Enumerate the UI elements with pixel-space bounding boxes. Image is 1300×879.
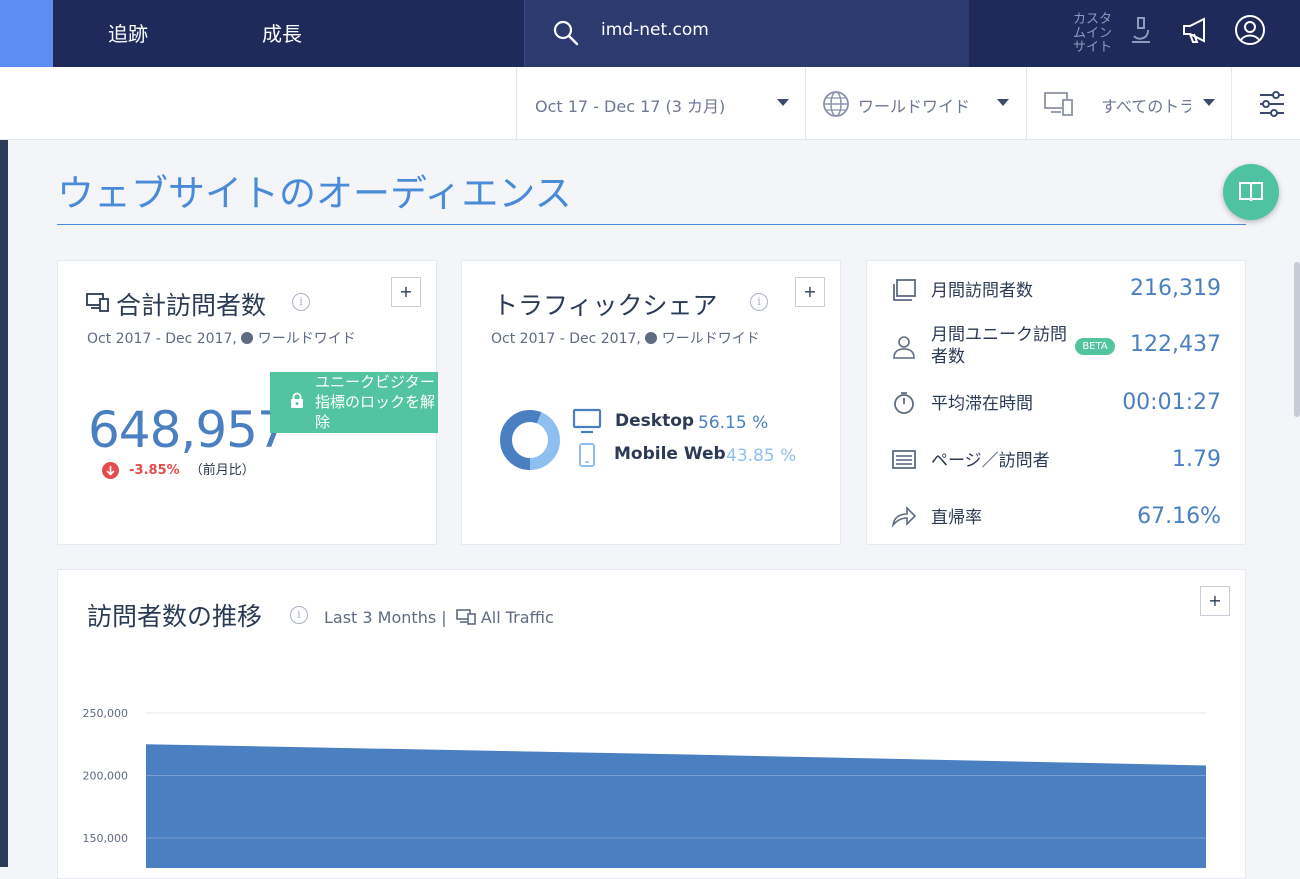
pages-icon	[893, 279, 916, 301]
metric-monthly-visits: 月間訪問者数 216,319	[891, 270, 1221, 310]
book-icon	[1239, 182, 1263, 202]
unlock-unique-visitors-banner[interactable]: ユニークビジター指標のロックを解除	[270, 372, 438, 433]
change-note: （前月比）	[189, 463, 255, 478]
date-subline: Oct 2017 - Dec 2017, ワールドワイド	[491, 328, 760, 348]
devices-icon	[455, 609, 476, 625]
desktop-value: 56.15 %	[698, 413, 769, 433]
desktop-icon	[572, 408, 602, 434]
filter-bar: Oct 17 - Dec 17 (3 カ月) ワールドワイド すべてのトラフィッ…	[0, 67, 1300, 140]
visits-trend-chart: 250,000 200,000 150,000	[83, 707, 1206, 868]
total-visits-card: 合計訪問者数 i + Oct 2017 - Dec 2017, ワールドワイド …	[57, 260, 438, 545]
chevron-down-icon	[997, 99, 1009, 106]
top-navbar: 追跡 成長 imd-net.com カスタムインサイト	[0, 0, 1300, 67]
add-to-dashboard-button[interactable]: +	[795, 277, 825, 307]
date-range-dropdown[interactable]: Oct 17 - Dec 17 (3 カ月)	[516, 67, 806, 140]
lock-icon	[291, 392, 303, 408]
beta-badge: BETA	[1075, 338, 1115, 355]
unlock-text: ユニークビジター指標のロックを解除	[315, 373, 436, 431]
devices-icon	[1044, 92, 1073, 116]
change-value: -3.85%	[129, 463, 180, 478]
microscope-icon[interactable]	[1124, 14, 1156, 46]
user-icon	[893, 336, 915, 359]
sidebar-collapsed[interactable]	[0, 140, 8, 867]
desktop-label: Desktop	[615, 411, 695, 431]
title-divider	[57, 224, 1246, 225]
visits-trend-card: 訪問者数の推移 i Last 3 Months | All Traffic + …	[57, 569, 1246, 879]
metric-unique-visitors: 月間ユニーク訪問者数 BETA 122,437	[891, 322, 1221, 372]
change-indicator: -3.85% （前月比）	[102, 459, 255, 479]
stopwatch-icon	[894, 392, 914, 414]
settings-button[interactable]	[1231, 67, 1300, 140]
subline-region: ワールドワイド	[257, 331, 356, 347]
metric-value: 1.79	[1172, 447, 1221, 472]
metric-value: 67.16%	[1137, 504, 1221, 529]
globe-icon	[645, 332, 658, 344]
traffic-share-card: トラフィックシェア i + Oct 2017 - Dec 2017, ワールドワ…	[461, 260, 841, 545]
scrollbar[interactable]	[1294, 262, 1300, 417]
region-value: ワールドワイド	[858, 97, 971, 116]
trend-traffic: All Traffic	[480, 608, 554, 627]
guide-button[interactable]	[1223, 164, 1279, 220]
y-tick-label: 250,000	[83, 707, 129, 720]
traffic-dropdown[interactable]: すべてのトラフィック	[1026, 67, 1232, 140]
trend-period: Last 3 Months |	[324, 608, 447, 627]
y-tick-label: 200,000	[83, 770, 129, 783]
user-account-icon[interactable]	[1234, 14, 1266, 46]
nav-tracking[interactable]: 追跡	[108, 18, 148, 47]
info-icon[interactable]: i	[750, 293, 768, 311]
newspaper-icon	[892, 450, 916, 469]
globe-icon	[241, 332, 254, 344]
subline-region: ワールドワイド	[661, 331, 760, 347]
total-visits-title: 合計訪問者数	[116, 291, 267, 320]
sliders-icon	[1260, 91, 1284, 117]
globe-icon	[823, 91, 849, 117]
metric-label: 直帰率	[931, 508, 982, 528]
metric-value: 216,319	[1130, 276, 1221, 301]
traffic-value: すべてのトラフィック	[1101, 97, 1191, 116]
date-range-value: Oct 17 - Dec 17 (3 カ月)	[535, 97, 726, 116]
metric-value: 00:01:27	[1122, 390, 1221, 415]
share-arrow-icon	[891, 506, 917, 528]
add-to-dashboard-button[interactable]: +	[1200, 586, 1230, 616]
date-subline: Oct 2017 - Dec 2017, ワールドワイド	[87, 328, 356, 348]
info-icon[interactable]: i	[290, 606, 308, 624]
region-dropdown[interactable]: ワールドワイド	[805, 67, 1027, 140]
metric-pages-per-visit: ページ／訪問者 1.79	[891, 441, 1221, 481]
chevron-down-icon	[1203, 99, 1215, 106]
metric-bounce-rate: 直帰率 67.16%	[891, 498, 1221, 538]
metric-label: 月間訪問者数	[931, 281, 1033, 301]
search-icon	[553, 20, 579, 46]
search-bar[interactable]: imd-net.com	[524, 0, 969, 67]
chevron-down-icon	[777, 99, 789, 106]
metric-value: 122,437	[1130, 332, 1221, 357]
nav-growth[interactable]: 成長	[262, 18, 302, 47]
info-icon[interactable]: i	[292, 293, 310, 311]
traffic-share-title: トラフィックシェア	[493, 291, 718, 320]
subline-date: Oct 2017 - Dec 2017,	[491, 331, 641, 347]
page-title: ウェブサイトのオーディエンス	[57, 172, 572, 215]
megaphone-icon[interactable]	[1180, 14, 1212, 46]
logo[interactable]	[0, 0, 53, 67]
traffic-share-donut	[500, 410, 560, 470]
metric-avg-duration: 平均滞在時間 00:01:27	[891, 384, 1221, 424]
arrow-down-icon	[102, 462, 119, 479]
metric-label: 平均滞在時間	[931, 394, 1033, 414]
devices-icon	[86, 293, 109, 312]
search-input[interactable]: imd-net.com	[601, 20, 709, 40]
add-to-dashboard-button[interactable]: +	[391, 277, 421, 307]
custom-insights-label[interactable]: カスタムインサイト	[1073, 13, 1121, 55]
mobile-label: Mobile Web	[614, 444, 726, 464]
mobile-value: 43.85 %	[726, 446, 797, 466]
visits-trend-title: 訪問者数の推移	[87, 602, 263, 631]
engagement-metrics-card: 月間訪問者数 216,319 月間ユニーク訪問者数 BETA 122,437 平…	[866, 260, 1246, 545]
subline-date: Oct 2017 - Dec 2017,	[87, 331, 237, 347]
metric-label: ページ／訪問者	[931, 451, 1050, 471]
trend-subline: Last 3 Months | All Traffic	[324, 608, 554, 627]
metric-label: 月間ユニーク訪問者数	[931, 325, 1067, 367]
total-visits-value: 648,957	[88, 401, 289, 459]
visits-area-series[interactable]	[146, 744, 1206, 868]
mobile-icon	[579, 443, 595, 467]
y-tick-label: 150,000	[83, 832, 129, 845]
